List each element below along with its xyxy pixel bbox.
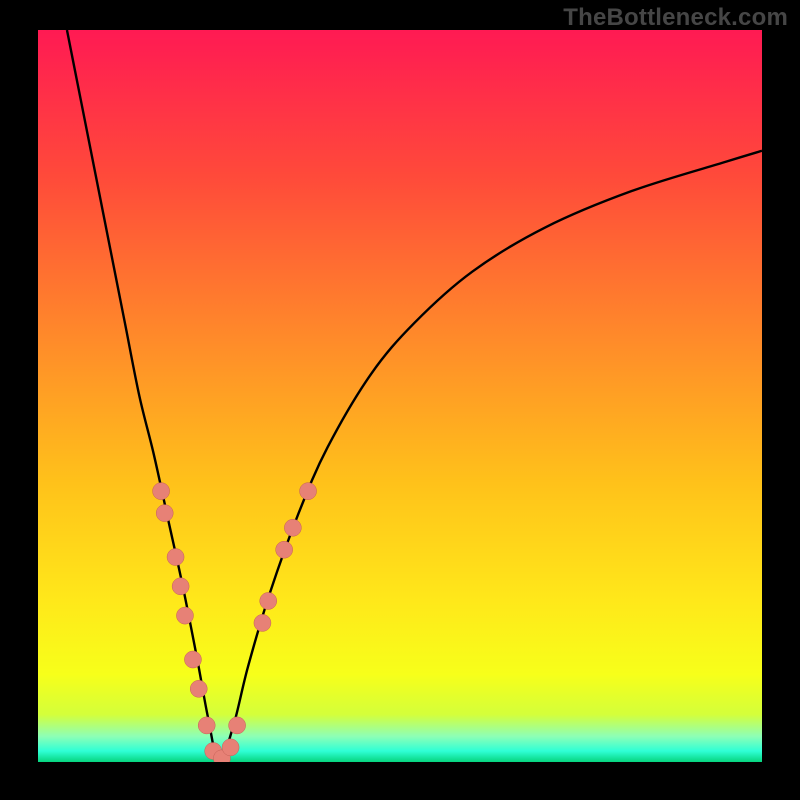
data-marker [176, 607, 193, 624]
chart-frame: TheBottleneck.com [0, 0, 800, 800]
bottleneck-chart [38, 30, 762, 762]
data-marker [300, 483, 317, 500]
data-marker [260, 592, 277, 609]
plot-area [38, 30, 762, 762]
data-marker [284, 519, 301, 536]
watermark-text: TheBottleneck.com [563, 4, 788, 32]
data-marker [229, 717, 246, 734]
data-marker [190, 680, 207, 697]
data-marker [222, 739, 239, 756]
data-marker [254, 614, 271, 631]
data-marker [156, 505, 173, 522]
data-marker [276, 541, 293, 558]
data-marker [184, 651, 201, 668]
gradient-background [38, 30, 762, 762]
data-marker [198, 717, 215, 734]
data-marker [172, 578, 189, 595]
data-marker [153, 483, 170, 500]
data-marker [167, 549, 184, 566]
